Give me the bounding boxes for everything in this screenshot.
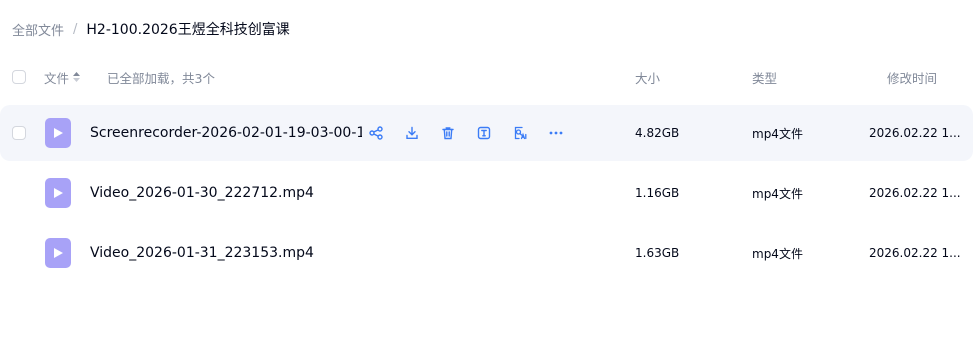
type-column-header[interactable]: 类型	[752, 60, 777, 94]
file-type-cell	[45, 165, 71, 221]
file-size: 4.82GB	[635, 126, 680, 140]
more-icon	[549, 131, 563, 135]
breadcrumb-separator: /	[73, 21, 78, 37]
load-status: 已全部加载，共3个	[107, 70, 215, 86]
file-name[interactable]: Screenrecorder-2026-02-01-19-03-00-17	[90, 125, 362, 141]
size-column-header[interactable]: 大小	[635, 60, 660, 94]
file-type: mp4文件	[752, 186, 803, 201]
download-button[interactable]	[394, 119, 430, 147]
delete-button[interactable]	[430, 119, 466, 147]
delete-icon	[442, 127, 454, 140]
row-actions	[358, 105, 574, 161]
file-name[interactable]: Video_2026-01-31_223153.mp4	[90, 245, 314, 261]
file-name-cell: Video_2026-01-31_223153.mp4	[90, 225, 314, 281]
share-button[interactable]	[358, 119, 394, 147]
ai-search-button[interactable]	[502, 119, 538, 147]
rename-button[interactable]	[466, 119, 502, 147]
file-modified: 2026.02.22 1...	[869, 126, 961, 140]
sort-icon	[73, 72, 81, 82]
file-row[interactable]: Screenrecorder-2026-02-01-19-03-00-17 4.…	[0, 105, 973, 161]
file-modified: 2026.02.22 1...	[869, 246, 961, 260]
file-name-cell: Video_2026-01-30_222712.mp4	[90, 165, 314, 221]
file-browser: 全部文件 / H2-100.2026王煜全科技创富课 文件 已全部加载，共3个 …	[0, 0, 973, 338]
modified-column-header[interactable]: 修改时间	[887, 60, 937, 94]
file-type: mp4文件	[752, 246, 803, 261]
select-all-checkbox[interactable]	[12, 70, 26, 84]
download-icon	[406, 126, 418, 139]
name-column-label: 文件	[44, 70, 70, 86]
video-file-icon	[45, 118, 71, 148]
file-size: 1.63GB	[635, 246, 680, 260]
rename-icon	[477, 126, 491, 140]
breadcrumb-root-link[interactable]: 全部文件	[12, 20, 64, 39]
more-button[interactable]	[538, 119, 574, 147]
file-row[interactable]: Video_2026-01-30_222712.mp4 1.16GB mp4文件…	[0, 165, 973, 221]
select-all-cell	[12, 60, 26, 94]
file-type-cell	[45, 225, 71, 281]
file-type: mp4文件	[752, 126, 803, 141]
breadcrumb: 全部文件 / H2-100.2026王煜全科技创富课	[12, 18, 290, 40]
row-checkbox-cell	[12, 105, 26, 161]
file-type-cell	[45, 105, 71, 161]
file-name[interactable]: Video_2026-01-30_222712.mp4	[90, 185, 314, 201]
file-size: 1.16GB	[635, 186, 680, 200]
breadcrumb-current-folder: H2-100.2026王煜全科技创富课	[86, 22, 290, 38]
row-checkbox[interactable]	[12, 126, 26, 140]
ai-search-icon	[514, 126, 527, 140]
name-column-header[interactable]: 文件	[44, 60, 81, 94]
file-list-header: 文件 已全部加载，共3个 大小 类型 修改时间	[0, 60, 973, 94]
file-row[interactable]: Video_2026-01-31_223153.mp4 1.63GB mp4文件…	[0, 225, 973, 281]
file-modified: 2026.02.22 1...	[869, 186, 961, 200]
file-name-cell: Screenrecorder-2026-02-01-19-03-00-17	[90, 105, 362, 161]
video-file-icon	[45, 178, 71, 208]
share-icon	[369, 126, 383, 140]
video-file-icon	[45, 238, 71, 268]
